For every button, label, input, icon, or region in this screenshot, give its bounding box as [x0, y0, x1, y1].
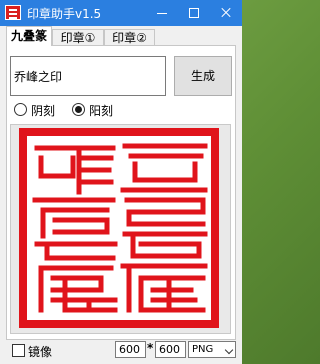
- generate-button[interactable]: 生成: [174, 56, 232, 96]
- format-select[interactable]: PNG: [188, 341, 236, 358]
- title-bar[interactable]: 印章助手v1.5: [0, 0, 242, 26]
- chevron-down-icon: [224, 345, 234, 355]
- seal-text-value: 乔峰之印: [14, 70, 63, 84]
- mirror-label: 镜像: [28, 345, 53, 359]
- radio-yangke-circle[interactable]: [72, 103, 85, 116]
- radio-yinke-label: 阴刻: [31, 104, 56, 118]
- seal-app-icon: [5, 5, 21, 20]
- width-input[interactable]: 600: [115, 341, 146, 358]
- height-input[interactable]: 600: [155, 341, 186, 358]
- tab-jiudiezhuan[interactable]: 九叠篆: [6, 26, 52, 46]
- app-window: 印章助手v1.5 九叠篆 印章① 印章② 乔峰之印 生成 阴刻 阳刻 镜像 60…: [0, 0, 242, 364]
- mirror-checkbox[interactable]: [12, 344, 25, 357]
- tab-seal-1[interactable]: 印章①: [52, 29, 104, 45]
- seal-image: [19, 128, 219, 328]
- seal-text-input[interactable]: 乔峰之印: [10, 56, 166, 96]
- radio-yangke-label: 阳刻: [89, 104, 114, 118]
- minimize-icon[interactable]: [146, 0, 178, 26]
- format-value: PNG: [192, 344, 214, 355]
- maximize-icon[interactable]: [178, 0, 210, 26]
- window-title: 印章助手v1.5: [27, 7, 102, 21]
- radio-yinke-circle[interactable]: [14, 103, 27, 116]
- size-separator: *: [147, 341, 154, 355]
- close-icon[interactable]: [210, 0, 242, 26]
- tab-seal-2[interactable]: 印章②: [104, 29, 155, 45]
